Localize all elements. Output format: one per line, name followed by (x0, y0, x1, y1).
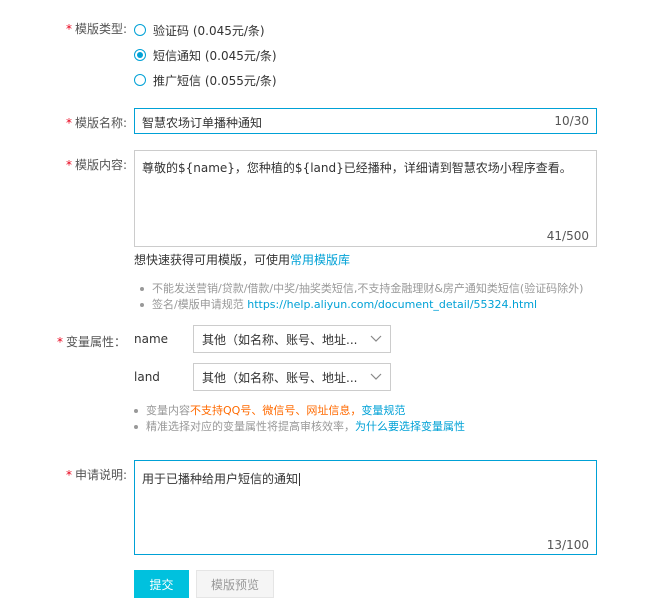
variable-hint-warning: 不支持QQ号、微信号、网址信息， (190, 404, 362, 417)
variable-hint-1: 变量内容不支持QQ号、微信号、网址信息，变量规范 (134, 402, 405, 418)
submit-button[interactable]: 提交 (134, 570, 189, 598)
radio-circle-checked[interactable] (134, 49, 146, 61)
variables-label: * 变量属性： (57, 333, 126, 350)
template-name-value: 智慧农场订单播种通知 (142, 116, 263, 130)
variables-label-text: 变量属性： (66, 335, 127, 349)
radio-circle[interactable] (134, 74, 146, 86)
sign-hint-text: 签名/模版申请规范 (152, 298, 244, 311)
description-text: 用于已播种给用户短信的通知 (142, 472, 299, 486)
template-name-counter: 10/30 (554, 114, 589, 128)
variable-name-select[interactable]: 其他（如名称、账号、地址... (193, 325, 391, 353)
description-label-text: 申请说明: (75, 468, 128, 482)
variable-spec-link[interactable]: 变量规范 (361, 404, 405, 417)
description-textarea[interactable]: 用于已播种给用户短信的通知 13/100 (134, 460, 597, 555)
required-marker: * (57, 335, 63, 349)
template-name-input[interactable]: 智慧农场订单播种通知 10/30 (134, 108, 597, 134)
bullet (140, 287, 144, 291)
bullet (134, 409, 138, 413)
radio-option-promotion[interactable]: 推广短信 (0.055元/条) (134, 70, 277, 90)
variable-land-select[interactable]: 其他（如名称、账号、地址... (193, 363, 391, 391)
required-marker: * (66, 116, 72, 130)
template-content-counter: 41/500 (546, 229, 589, 243)
description-label: * 申请说明: (66, 466, 127, 483)
sign-spec-link[interactable]: https://help.aliyun.com/document_detail/… (247, 298, 537, 311)
template-name-label: * 模版名称: (66, 114, 127, 131)
variable-hint-prefix: 变量内容 (146, 404, 190, 417)
template-type-label-text: 模版类型: (75, 22, 128, 36)
content-hint-text: 不能发送营销/贷款/借款/中奖/抽奖类短信,不支持金融理财&房产通知类短信(验证… (152, 282, 584, 295)
variable-hint-text: 精准选择对应的变量属性将提高审核效率， (146, 420, 355, 433)
radio-label: 推广短信 (0.055元/条) (153, 73, 277, 88)
content-hint-1: 不能发送营销/贷款/借款/中奖/抽奖类短信,不支持金融理财&房产通知类短信(验证… (140, 280, 583, 296)
why-select-variable-link[interactable]: 为什么要选择变量属性 (355, 420, 465, 433)
required-marker: * (66, 22, 72, 36)
required-marker: * (66, 468, 72, 482)
template-content-textarea[interactable]: 尊敬的${name}，您种植的${land}已经播种，详细请到智慧农场小程序查看… (134, 150, 597, 247)
preview-button[interactable]: 模版预览 (196, 570, 274, 598)
template-content-value: 尊敬的${name}，您种植的${land}已经播种，详细请到智慧农场小程序查看… (142, 161, 572, 175)
template-content-label: * 模版内容: (66, 156, 127, 173)
radio-label: 短信通知 (0.045元/条) (153, 48, 277, 63)
variable-name-select-value: 其他（如名称、账号、地址... (202, 332, 358, 347)
description-counter: 13/100 (546, 538, 589, 552)
radio-label: 验证码 (0.045元/条) (153, 23, 265, 38)
template-content-label-text: 模版内容: (75, 158, 128, 172)
radio-option-verification[interactable]: 验证码 (0.045元/条) (134, 20, 277, 40)
quick-template-text: 想快速获得可用模版，可使用 (134, 253, 291, 267)
template-type-radio-group: 验证码 (0.045元/条) 短信通知 (0.045元/条) 推广短信 (0.0… (134, 20, 277, 90)
text-cursor (299, 473, 301, 486)
bullet (134, 425, 138, 429)
sign-hint: 签名/模版申请规范 https://help.aliyun.com/docume… (140, 296, 537, 312)
variable-land-label: land (134, 370, 160, 384)
common-template-library-link[interactable]: 常用模版库 (290, 253, 350, 267)
variable-land-select-value: 其他（如名称、账号、地址... (202, 370, 358, 385)
template-type-label: * 模版类型: (66, 20, 127, 37)
radio-option-notification[interactable]: 短信通知 (0.045元/条) (134, 45, 277, 65)
description-value: 用于已播种给用户短信的通知 (142, 470, 301, 487)
radio-circle[interactable] (134, 24, 146, 36)
bullet (140, 303, 144, 307)
required-marker: * (66, 158, 72, 172)
variable-name-label: name (134, 332, 169, 346)
template-name-label-text: 模版名称: (75, 116, 128, 130)
chevron-down-icon (370, 373, 382, 380)
quick-template-row: 想快速获得可用模版，可使用常用模版库 (134, 251, 350, 268)
chevron-down-icon (370, 335, 382, 342)
variable-hint-2: 精准选择对应的变量属性将提高审核效率，为什么要选择变量属性 (134, 418, 465, 434)
